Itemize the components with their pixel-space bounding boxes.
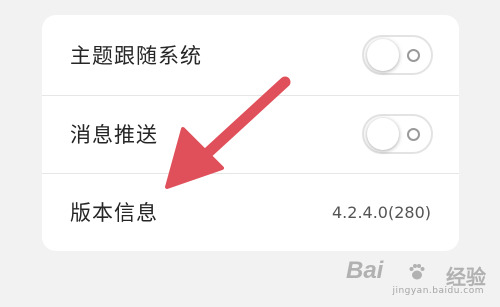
toggle-knob <box>367 39 399 71</box>
watermark-brand: Bai <box>346 257 384 284</box>
baidu-jingyan-watermark: Bai 经验 jingyan.baidu.com <box>346 257 486 301</box>
push-notifications-toggle[interactable] <box>362 114 433 154</box>
toggle-off-indicator-icon <box>407 128 420 141</box>
setting-row-version-info[interactable]: 版本信息 4.2.4.0(280) <box>42 173 459 251</box>
setting-label: 版本信息 <box>70 201 158 225</box>
setting-label: 主题跟随系统 <box>70 44 202 68</box>
settings-card: 主题跟随系统 消息推送 版本信息 4.2.4.0(280) <box>42 15 459 251</box>
toggle-knob <box>367 118 399 150</box>
version-value: 4.2.4.0(280) <box>332 202 431 222</box>
paw-logo-icon <box>409 264 425 280</box>
setting-row-push-notifications[interactable]: 消息推送 <box>42 95 459 173</box>
toggle-off-indicator-icon <box>407 49 420 62</box>
setting-row-follow-system-theme[interactable]: 主题跟随系统 <box>42 15 459 95</box>
setting-label: 消息推送 <box>70 123 158 147</box>
watermark-url: jingyan.baidu.com <box>392 286 484 296</box>
follow-system-theme-toggle[interactable] <box>362 35 433 75</box>
